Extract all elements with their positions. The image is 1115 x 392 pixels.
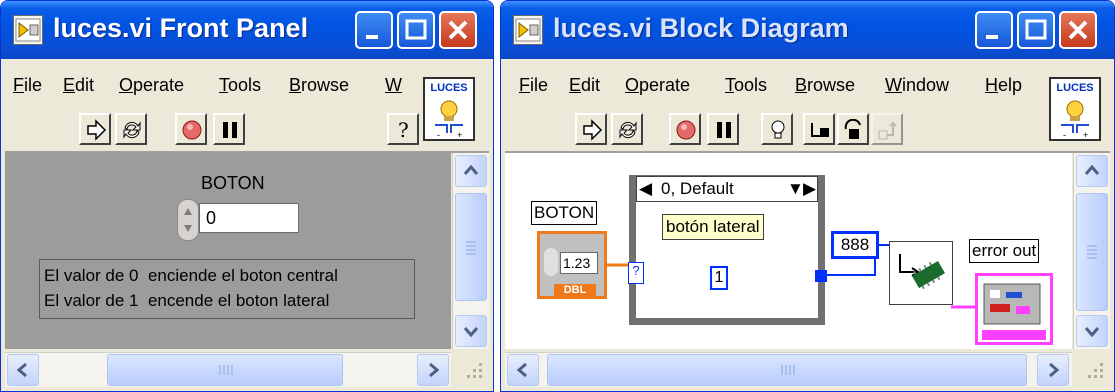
context-help-icon[interactable]: ? [387,113,419,145]
menu-tools[interactable]: Tools [219,75,261,96]
numeric-increment-decrement[interactable] [177,199,199,241]
scroll-down-button[interactable] [455,315,487,347]
run-continuously-icon[interactable] [611,113,643,145]
vertical-scrollbar[interactable] [452,153,489,349]
numeric-control-label: BOTON [201,173,265,193]
error-cluster-indicator[interactable] [975,273,1053,345]
menu-tools[interactable]: Tools [725,75,767,96]
error-out-label: error out [969,239,1040,263]
increment-case-icon[interactable]: ▶ [803,179,816,199]
port-address-constant[interactable]: 888 [831,231,879,259]
pause-icon[interactable] [213,113,245,145]
run-arrow-icon[interactable] [575,113,607,145]
minimize-button[interactable] [355,11,393,49]
scroll-up-button[interactable] [455,155,487,187]
vi-connector-icon[interactable]: LUCES - + [423,77,475,141]
out-port-subvi[interactable] [889,241,953,305]
chevron-down-icon[interactable]: ▼ [787,179,804,199]
free-label-comment: El valor de 0 enciende el boton central … [39,259,415,319]
menu-bar: File Edit Operate Tools Browse W [5,59,489,109]
out-port-chip-icon [899,254,945,290]
case-label: botón lateral [662,214,764,240]
numeric-constant[interactable]: 1 [710,266,728,290]
abort-stop-icon[interactable] [669,113,701,145]
menu-window[interactable]: Window [885,75,949,96]
horizontal-scrollbar[interactable] [505,352,1072,387]
labview-vi-icon [513,15,543,45]
case-selector[interactable]: ◀ 0, Default ▼ ▶ [636,176,818,202]
menu-edit[interactable]: Edit [569,75,600,96]
menu-browse[interactable]: Browse [795,75,855,96]
highlight-execution-bulb-icon[interactable] [761,113,793,145]
scroll-up-button[interactable] [1076,155,1108,187]
vertical-scroll-thumb[interactable] [1076,193,1108,311]
minimize-button[interactable] [975,11,1013,49]
selector-terminal: ? [628,262,644,284]
error-cluster-icon [982,283,1046,340]
toolbar [505,109,1110,153]
comment-line-1: El valor de 0 enciende el boton central [44,266,338,285]
case-structure[interactable]: ◀ 0, Default ▼ ▶ botón lateral 1 ? [628,175,827,325]
scroll-right-button[interactable] [417,354,449,386]
run-arrow-icon[interactable] [79,113,111,145]
decrement-case-icon[interactable]: ◀ [639,179,652,199]
abort-stop-icon[interactable] [175,113,207,145]
svg-text:-: - [1063,130,1066,139]
vertical-scroll-thumb[interactable] [455,193,487,301]
front-panel-titlebar[interactable]: luces.vi Front Panel [1,1,493,59]
toolbar: ? [5,109,489,153]
scroll-down-button[interactable] [1076,315,1108,347]
horizontal-scrollbar[interactable] [5,352,451,387]
step-over-icon[interactable] [837,113,869,145]
svg-text:?: ? [398,119,409,141]
maximize-button[interactable] [397,11,435,49]
menu-file[interactable]: File [519,75,548,96]
horizontal-scroll-thumb[interactable] [107,354,343,386]
pause-icon[interactable] [707,113,739,145]
vertical-scrollbar[interactable] [1073,153,1110,349]
step-out-icon[interactable] [871,113,903,145]
scroll-left-button[interactable] [507,354,539,386]
window-title: luces.vi Front Panel [53,13,309,43]
menu-edit[interactable]: Edit [63,75,94,96]
front-panel-canvas: BOTON 0 El valor de 0 enciende el boton … [5,153,451,349]
svg-text:+: + [457,130,462,139]
numeric-control-input[interactable]: 0 [199,203,299,233]
close-button[interactable] [1059,11,1097,49]
window-title: luces.vi Block Diagram [553,13,849,43]
scroll-left-button[interactable] [7,354,39,386]
close-button[interactable] [439,11,477,49]
labview-vi-icon [13,15,43,45]
horizontal-scroll-thumb[interactable] [547,354,1027,386]
menu-operate[interactable]: Operate [119,75,184,96]
menu-help[interactable]: Help [985,75,1022,96]
block-diagram-window: luces.vi Block Diagram File Edit Operate… [500,0,1115,392]
run-continuously-icon[interactable] [115,113,147,145]
menu-file[interactable]: File [13,75,42,96]
scroll-right-button[interactable] [1037,354,1069,386]
resize-grip[interactable] [455,353,489,387]
menu-bar: File Edit Operate Tools Browse Window He… [505,59,1110,109]
front-panel-window: luces.vi Front Panel File Edit Operate T… [0,0,494,392]
comment-line-2: El valor de 1 encende el boton lateral [44,291,330,310]
block-diagram-canvas: BOTON 1.23 DBL ◀ 0, Default ▼ ▶ botón la… [505,153,1072,349]
menu-window[interactable]: W [385,75,402,96]
resize-grip[interactable] [1076,353,1110,387]
step-into-icon[interactable] [803,113,835,145]
menu-operate[interactable]: Operate [625,75,690,96]
case-selector-value: 0, Default [661,179,734,198]
maximize-button[interactable] [1017,11,1055,49]
svg-text:-: - [437,130,440,139]
output-tunnel [815,270,827,282]
svg-text:+: + [1083,130,1088,139]
block-diagram-titlebar[interactable]: luces.vi Block Diagram [501,1,1114,59]
vi-connector-icon[interactable]: LUCES - + [1049,77,1101,141]
menu-browse[interactable]: Browse [289,75,349,96]
